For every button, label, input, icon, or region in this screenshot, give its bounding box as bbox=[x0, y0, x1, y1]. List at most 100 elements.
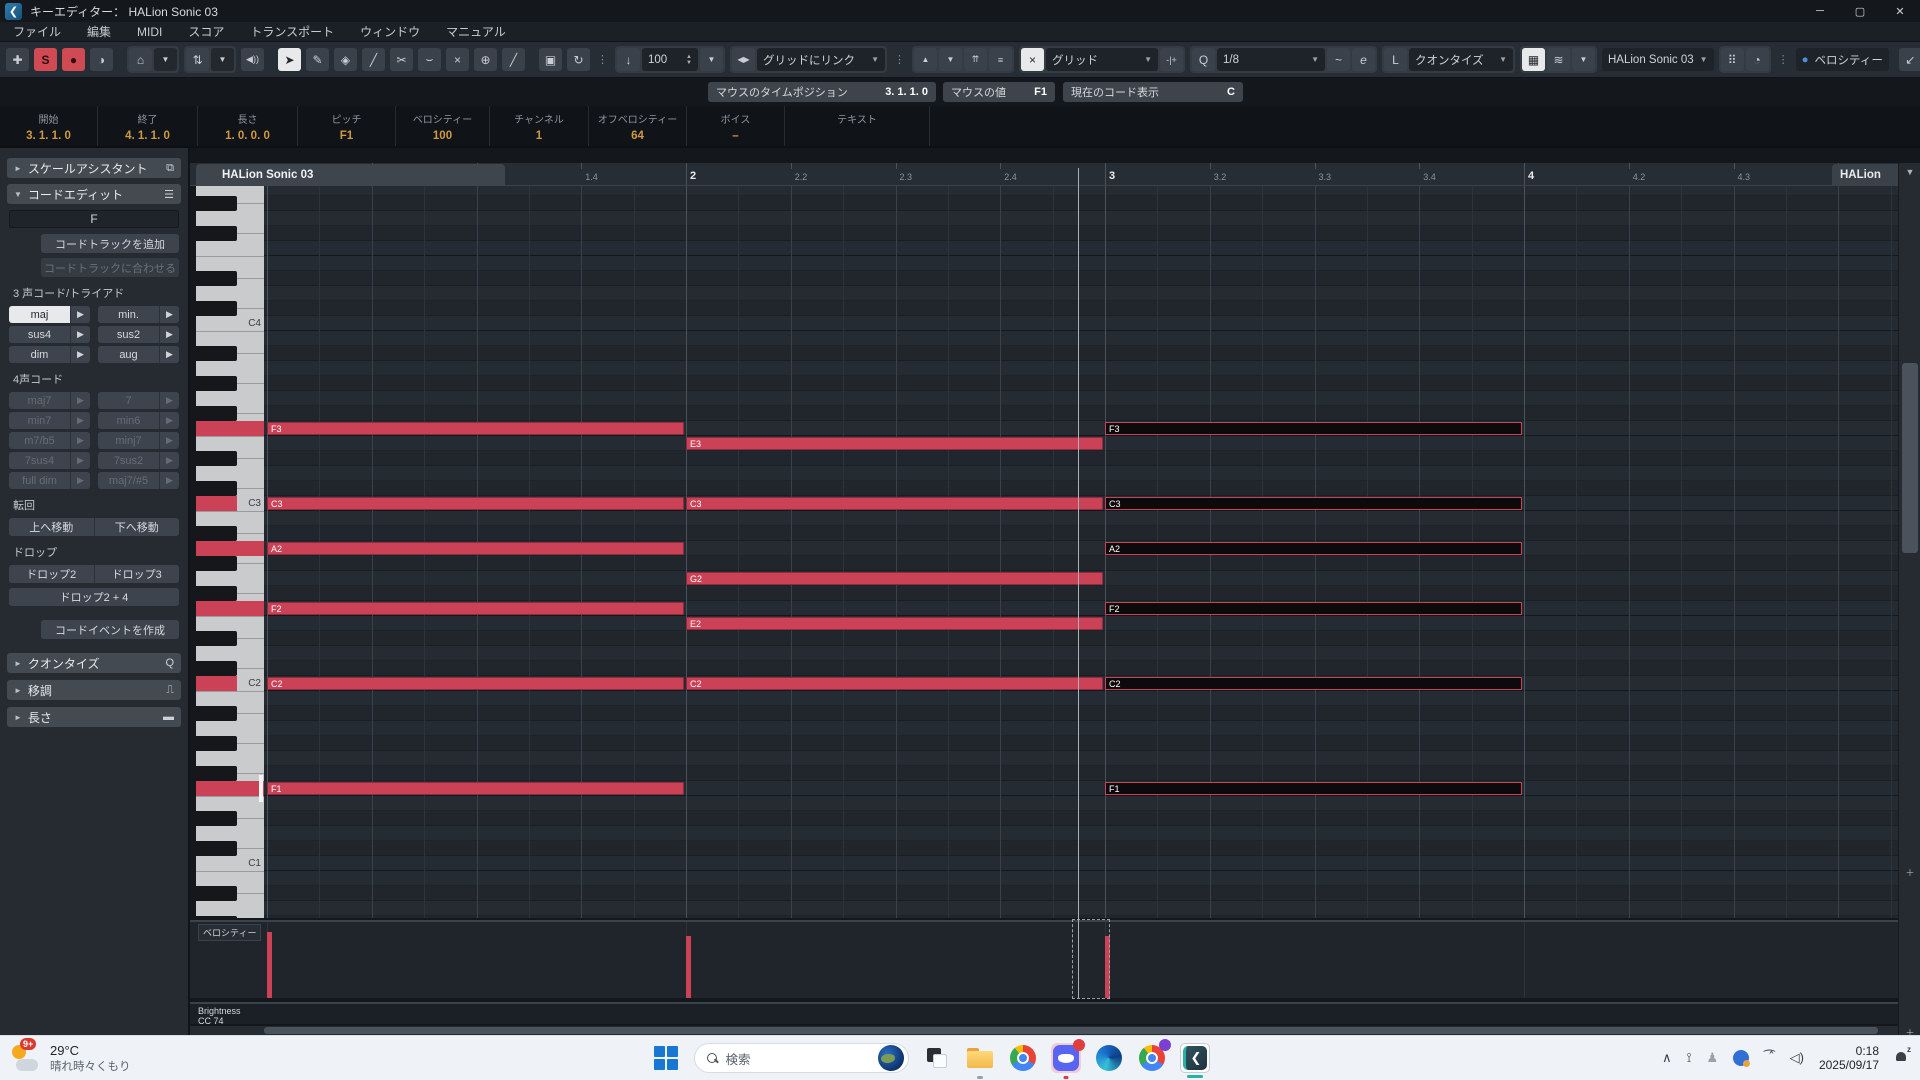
close-button[interactable]: ✕ bbox=[1880, 0, 1920, 22]
menu-item-6[interactable]: マニュアル bbox=[433, 22, 519, 41]
file-explorer-button[interactable] bbox=[965, 1043, 995, 1079]
drop3-button[interactable]: ドロップ3 bbox=[94, 565, 179, 583]
menu-item-1[interactable]: 編集 bbox=[74, 22, 124, 41]
active-part-box[interactable]: HALion Sonic 03 ▼ bbox=[1602, 48, 1714, 71]
drop2-button[interactable]: ドロップ2 bbox=[9, 565, 95, 583]
section-transpose[interactable]: ► 移調 ⎍ bbox=[7, 680, 181, 700]
move-down-button[interactable]: 下へ移動 bbox=[94, 518, 179, 536]
acoustic-feedback-button[interactable]: ◑ bbox=[90, 48, 113, 71]
chord-button-dim[interactable]: dim ▶ bbox=[9, 346, 90, 363]
pitch-visibility-icon[interactable]: ⌂ bbox=[129, 48, 152, 71]
vertical-scroll-thumb[interactable] bbox=[1902, 363, 1918, 553]
black-key-C#4[interactable] bbox=[196, 301, 237, 316]
horizontal-scroll-thumb[interactable] bbox=[264, 1027, 1878, 1034]
tool-draw[interactable]: ✎ bbox=[306, 48, 329, 71]
wifi-icon[interactable]: ⁀̂ bbox=[1764, 1050, 1774, 1066]
note-input-dropdown[interactable]: ▼ bbox=[211, 48, 234, 71]
midi-note-A2-bar3[interactable]: A2 bbox=[1105, 542, 1522, 555]
midi-note-F3-bar1[interactable]: F3 bbox=[267, 422, 684, 435]
midi-note-C3-bar2[interactable]: C3 bbox=[686, 497, 1103, 510]
quantize-panel-icon[interactable]: e bbox=[1352, 48, 1375, 71]
black-key-F#2[interactable] bbox=[196, 586, 237, 601]
kebab-icon[interactable]: ⋮ bbox=[892, 53, 907, 66]
tool-glue[interactable]: ⌣ bbox=[418, 48, 441, 71]
highlighted-key-F1[interactable] bbox=[196, 781, 264, 796]
pin-icon[interactable]: ✚ bbox=[6, 48, 29, 71]
section-scale-assistant[interactable]: ► スケールアシスタント ⧉ bbox=[7, 158, 181, 178]
insert-velocity-box[interactable]: 100 ▲ ▼ bbox=[642, 48, 698, 71]
move-up-button[interactable]: 上へ移動 bbox=[9, 518, 95, 536]
black-key-C#3[interactable] bbox=[196, 481, 237, 496]
iterative-quantize-icon[interactable]: ~ bbox=[1327, 48, 1350, 71]
black-key-F#4[interactable] bbox=[196, 226, 237, 241]
notification-bell-icon[interactable] bbox=[1894, 1045, 1911, 1065]
horizontal-scrollbar[interactable] bbox=[190, 1026, 1898, 1035]
highlighted-key-F2[interactable] bbox=[196, 601, 264, 616]
info-field-2[interactable]: 長さ 1. 0. 0. 0 bbox=[198, 106, 298, 146]
black-key-G#1[interactable] bbox=[196, 736, 237, 751]
chord-arrow-icon[interactable]: ▶ bbox=[70, 346, 90, 363]
chrome-button[interactable] bbox=[1008, 1043, 1038, 1073]
midi-note-F1-bar3[interactable]: F1 bbox=[1105, 782, 1522, 795]
black-key-G#0[interactable] bbox=[196, 916, 237, 918]
ruler[interactable]: HALion Sonic 03 HALion 1.21.31.422.22.32… bbox=[190, 163, 1920, 186]
start-button[interactable] bbox=[651, 1043, 681, 1073]
tool-object-selection[interactable]: ➤ bbox=[278, 48, 301, 71]
chord-button-maj[interactable]: maj ▶ bbox=[9, 306, 90, 323]
midi-note-F1-bar1[interactable]: F1 bbox=[267, 782, 684, 795]
black-key-D#3[interactable] bbox=[196, 451, 237, 466]
chord-arrow-icon[interactable]: ▶ bbox=[70, 326, 90, 343]
create-chord-event-button[interactable]: コードイベントを作成 bbox=[41, 620, 179, 639]
midi-note-C2-bar1[interactable]: C2 bbox=[267, 677, 684, 690]
piano-keyboard[interactable]: C4 C3 C2 C1 bbox=[196, 186, 264, 918]
info-field-1[interactable]: 終了 4. 1. 1. 0 bbox=[98, 106, 198, 146]
cubase-taskbar-button[interactable]: ❮ bbox=[1179, 1043, 1210, 1078]
minimize-button[interactable]: ─ bbox=[1800, 0, 1840, 22]
transpose-octave-button[interactable]: ⇈ bbox=[964, 48, 987, 71]
vertical-scrollbar[interactable]: ▼ ＋ ＋ bbox=[1898, 163, 1920, 1035]
black-key-G#4[interactable] bbox=[196, 196, 237, 211]
info-field-3[interactable]: ピッチ F1 bbox=[298, 106, 396, 146]
midi-note-E3-bar2[interactable]: E3 bbox=[686, 437, 1103, 450]
snap-on-off-button[interactable]: × bbox=[1021, 48, 1044, 71]
midi-note-F3-bar3[interactable]: F3 bbox=[1105, 422, 1522, 435]
project-cursor[interactable] bbox=[1078, 168, 1079, 998]
quantize-icon[interactable]: Q bbox=[1192, 48, 1215, 71]
relative-snap-button[interactable]: -|+ bbox=[1160, 48, 1183, 71]
section-chord-edit[interactable]: ▼ コードエディット ☰ bbox=[7, 184, 181, 204]
menu-item-0[interactable]: ファイル bbox=[0, 22, 74, 41]
person-icon[interactable]: ♟ bbox=[1707, 1050, 1719, 1066]
controller-lane[interactable]: Brightness CC 74 bbox=[190, 1002, 1898, 1026]
maximize-button[interactable]: ▢ bbox=[1840, 0, 1880, 22]
section-quantize[interactable]: ► クオンタイズ Q bbox=[7, 653, 181, 673]
audition-speaker-icon[interactable]: ◀)) bbox=[241, 48, 264, 71]
microphone-icon[interactable]: ⟟ bbox=[1687, 1050, 1692, 1066]
kebab-icon[interactable]: ⋮ bbox=[595, 53, 610, 66]
length-link-box[interactable]: グリッドにリンク ▼ bbox=[757, 48, 885, 71]
transpose-down-button[interactable]: ▼ bbox=[939, 48, 962, 71]
auto-scroll-button[interactable]: ▣ bbox=[539, 48, 562, 71]
midi-note-F2-bar1[interactable]: F2 bbox=[267, 602, 684, 615]
scroll-up-icon[interactable]: ▼ bbox=[1899, 163, 1920, 181]
velocity-lane[interactable]: ベロシティー bbox=[190, 919, 1898, 999]
midi-note-C2-bar2[interactable]: C2 bbox=[686, 677, 1103, 690]
tool-trim[interactable]: ╱ bbox=[362, 48, 385, 71]
chord-arrow-icon[interactable]: ▶ bbox=[70, 306, 90, 323]
section-length[interactable]: ► 長さ ▬ bbox=[7, 707, 181, 727]
highlighted-key-F3[interactable] bbox=[196, 421, 264, 436]
black-key-C#1[interactable] bbox=[196, 841, 237, 856]
note-input-icon[interactable]: ⇅ bbox=[186, 48, 209, 71]
record-in-editor-button[interactable]: ● bbox=[62, 48, 85, 71]
search-box[interactable]: 検索 bbox=[693, 1043, 909, 1073]
next-part-tab[interactable]: HALion bbox=[1832, 164, 1898, 186]
midi-note-A2-bar1[interactable]: A2 bbox=[267, 542, 684, 555]
insert-velocity-icon[interactable]: ↓ bbox=[617, 48, 640, 71]
weather-widget[interactable]: 9+ 29°C 晴れ時々くもり bbox=[0, 1038, 240, 1074]
midi-note-C3-bar1[interactable]: C3 bbox=[267, 497, 684, 510]
kebab-icon[interactable]: ⋮ bbox=[1776, 53, 1791, 66]
midi-note-G2-bar2[interactable]: G2 bbox=[686, 572, 1103, 585]
tool-erase[interactable]: ◈ bbox=[334, 48, 357, 71]
black-key-A#3[interactable] bbox=[196, 346, 237, 361]
chord-arrow-icon[interactable]: ▶ bbox=[159, 306, 179, 323]
show-part-borders-icon[interactable]: ▦ bbox=[1522, 48, 1545, 71]
